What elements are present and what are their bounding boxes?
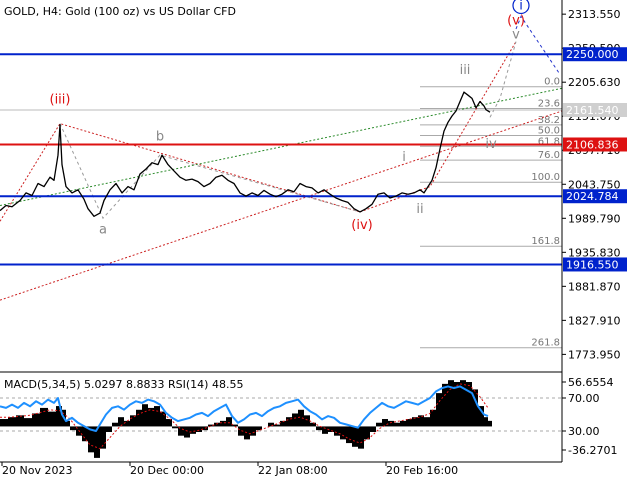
macd-histogram-bar xyxy=(406,419,412,427)
level-tag-label: 1916.550 xyxy=(566,258,619,271)
wave-label: i xyxy=(402,150,406,165)
macd-histogram-bar xyxy=(112,422,118,427)
macd-histogram-bar xyxy=(226,417,232,427)
macd-histogram-bar xyxy=(8,417,16,427)
fib-label: 50.0 xyxy=(538,126,560,137)
chart-title: GOLD, H4: Gold (100 oz) vs US Dollar CFD xyxy=(4,5,236,18)
fib-label: 0.0 xyxy=(544,77,560,88)
fib-label: 261.8 xyxy=(531,338,560,349)
fib-label: 161.8 xyxy=(531,236,560,247)
indicator-tick-label: 30.00 xyxy=(568,425,600,438)
macd-histogram-bar xyxy=(340,426,346,440)
macd-histogram-bar xyxy=(322,426,328,434)
macd-histogram-bar xyxy=(268,422,274,427)
wave-label: v xyxy=(512,27,520,42)
fib-label: 38.2 xyxy=(538,115,560,126)
fib-label: 76.0 xyxy=(538,150,560,161)
macd-histogram-bar xyxy=(244,426,250,440)
price-tick-label: 1881.870 xyxy=(568,280,621,293)
level-tag-label: 2024.784 xyxy=(566,190,619,203)
macd-histogram-bar xyxy=(358,426,364,449)
macd-histogram-bar xyxy=(70,426,76,431)
time-tick-label: 20 Feb 16:00 xyxy=(386,464,458,477)
level-tag-label: 2106.836 xyxy=(566,138,619,151)
macd-histogram-bar xyxy=(484,417,488,427)
macd-histogram-bar xyxy=(160,411,166,427)
macd-histogram-bar xyxy=(130,415,136,427)
current-price-label: 2161.540 xyxy=(566,104,619,117)
macd-histogram-bar xyxy=(220,420,226,427)
macd-histogram-bar xyxy=(400,420,406,427)
macd-histogram-bar xyxy=(124,420,130,427)
macd-histogram-bar xyxy=(346,426,352,444)
price-tick-label: 1989.790 xyxy=(568,212,621,225)
wave-label: iv xyxy=(485,137,497,152)
wave-label: ii xyxy=(416,202,423,217)
macd-histogram-bar xyxy=(334,426,340,436)
macd-histogram-bar xyxy=(154,406,160,427)
macd-histogram-bar xyxy=(0,419,8,427)
macd-histogram-bar xyxy=(184,426,190,438)
macd-histogram-bar xyxy=(376,422,382,427)
time-tick-label: 20 Nov 2023 xyxy=(2,464,72,477)
level-tag-label: 2250.000 xyxy=(566,48,619,61)
macd-histogram-bar xyxy=(250,426,256,436)
indicator-label: MACD(5,34,5) 5.0297 8.8833 RSI(14) 48.55 xyxy=(4,378,243,391)
wave-label: a xyxy=(99,222,107,237)
gold-chart: 0.0 23.6 38.250.061.8 76.0 100.0 161.8 261.8 (… xyxy=(0,0,640,480)
wave-label: b xyxy=(156,130,164,145)
macd-histogram-bar xyxy=(40,407,48,427)
wave-label: (iii) xyxy=(50,92,71,107)
indicator-tick-label: 56.6554 xyxy=(568,376,614,389)
macd-histogram-bar xyxy=(388,420,394,427)
macd-histogram-bar xyxy=(364,426,370,440)
macd-histogram-bar xyxy=(32,413,40,427)
macd-histogram-bar xyxy=(190,426,196,434)
macd-histogram-bar xyxy=(488,420,492,427)
fib-label: 61.8 xyxy=(538,136,560,147)
wave-label: iii xyxy=(460,63,471,78)
macd-histogram-bar xyxy=(424,417,430,427)
macd-histogram-bar xyxy=(436,393,442,427)
macd-histogram-bar xyxy=(370,426,376,432)
macd-histogram-bar xyxy=(394,422,400,427)
macd-histogram-bar xyxy=(352,426,358,447)
wave-label: (iv) xyxy=(351,218,372,233)
fib-label: 100.0 xyxy=(531,172,560,183)
macd-histogram-bar xyxy=(172,426,178,429)
macd-histogram-bar xyxy=(274,424,280,427)
macd-histogram-bar xyxy=(136,409,142,427)
indicator-tick-label: 70.00 xyxy=(568,392,600,405)
macd-histogram-bar xyxy=(48,411,56,427)
macd-histogram-bar xyxy=(466,382,472,427)
macd-histogram-bar xyxy=(310,422,316,427)
time-tick-label: 20 Dec 00:00 xyxy=(130,464,204,477)
macd-histogram-bar xyxy=(382,419,388,427)
macd-histogram-bar xyxy=(442,383,448,427)
time-tick-label: 22 Jan 08:00 xyxy=(258,464,328,477)
price-tick-label: 2313.550 xyxy=(568,8,621,21)
price-tick-label: 1935.830 xyxy=(568,246,621,259)
price-tick-label: 1773.950 xyxy=(568,348,621,361)
wave-label: (v) xyxy=(507,14,525,29)
wave-label: i xyxy=(519,0,523,13)
macd-histogram-bar xyxy=(106,426,112,432)
price-tick-label: 2205.630 xyxy=(568,76,621,89)
fib-label: 23.6 xyxy=(538,98,560,109)
macd-histogram-bar xyxy=(292,413,298,427)
price-tick-label: 1827.910 xyxy=(568,314,621,327)
macd-histogram-bar xyxy=(430,409,436,427)
macd-histogram-bar xyxy=(142,404,148,427)
macd-histogram-bar xyxy=(24,418,32,427)
macd-histogram-bar xyxy=(304,415,310,427)
indicator-tick-label: -36.2701 xyxy=(568,444,617,457)
